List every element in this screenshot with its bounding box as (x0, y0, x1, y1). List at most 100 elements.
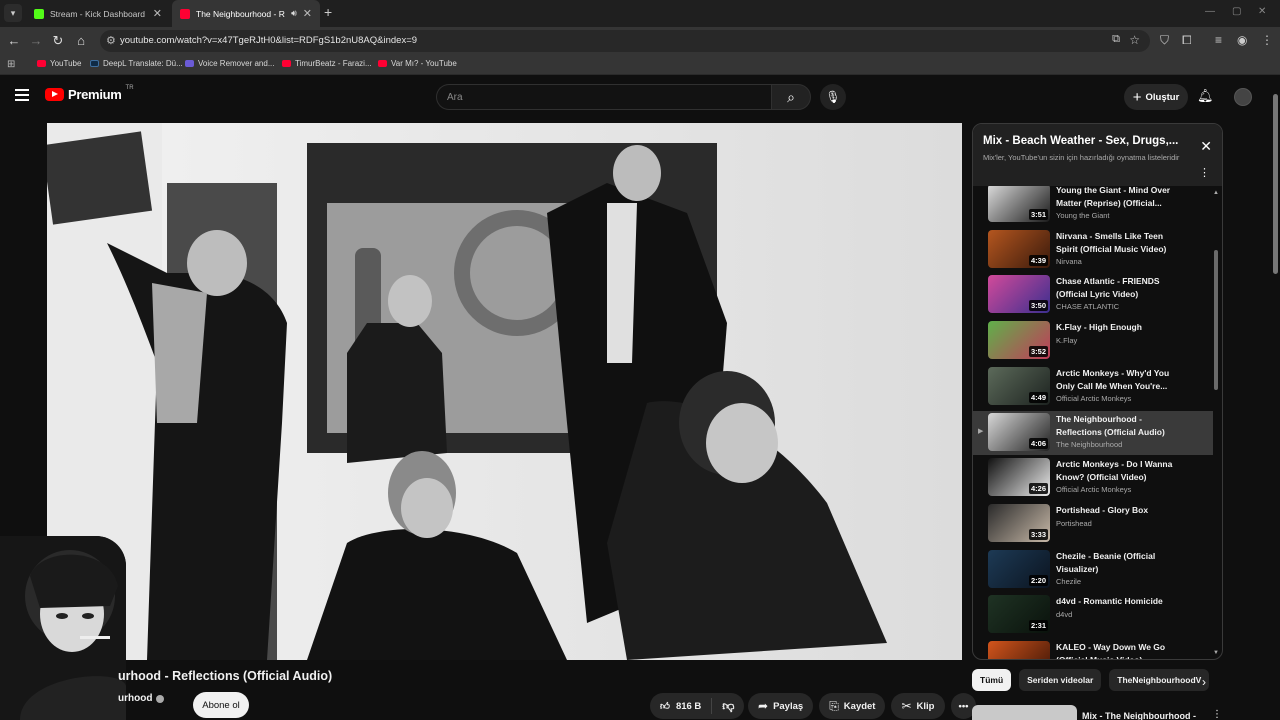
address-bar[interactable]: ⚙ youtube.com/watch?v=x47TgeRJtH0&list=R… (100, 30, 1150, 52)
playlist-item[interactable]: 4:49 Arctic Monkeys - Why'd You Only Call… (973, 365, 1213, 409)
search-input[interactable] (437, 85, 771, 109)
account-avatar[interactable] (1234, 88, 1252, 106)
recommended-video[interactable]: Mix - The Neighbourhood - ⋮ (972, 705, 1222, 720)
tab-youtube-video[interactable]: The Neighbourhood - Reflections 🔊︎ ✕ (172, 0, 320, 27)
video-thumbnail[interactable]: 2:31 (988, 595, 1050, 634)
playlist-item-title[interactable]: K.Flay - High Enough (1056, 321, 1184, 334)
tab-kick-dashboard[interactable]: Stream - Kick Dashboard ✕ (26, 0, 170, 27)
youtube-premium-logo[interactable]: Premium TR (45, 85, 134, 102)
media-control-icon[interactable]: ≡ (1215, 33, 1222, 47)
minimize-icon[interactable]: — (1205, 6, 1215, 17)
playlist-item-title[interactable]: Young the Giant - Mind Over Matter (Repr… (1056, 186, 1184, 210)
new-tab-button[interactable]: + (324, 4, 332, 20)
search-button[interactable]: ⌕ (771, 84, 811, 110)
playlist-item-title[interactable]: Chase Atlantic - FRIENDS (Official Lyric… (1056, 275, 1184, 301)
tab-title: The Neighbourhood - Reflections (196, 8, 285, 19)
speaker-icon[interactable]: 🔊︎ (291, 8, 297, 19)
playlist-item-channel: K.Flay (1056, 336, 1078, 346)
close-tab-icon[interactable]: ✕ (303, 7, 312, 20)
page-scrollbar-thumb[interactable] (1273, 94, 1278, 274)
video-player[interactable] (47, 123, 962, 660)
dislike-button[interactable]: 👎︎ (712, 699, 744, 714)
playlist-item-title[interactable]: Portishead - Glory Box (1056, 504, 1184, 517)
scroll-up-icon[interactable]: ▲ (1213, 190, 1219, 196)
forward-icon[interactable]: → (28, 33, 44, 48)
bookmark-youtube[interactable]: YouTube (37, 59, 81, 68)
back-icon[interactable]: ← (6, 33, 22, 48)
filter-chip[interactable]: Seriden videolar (1019, 669, 1102, 691)
create-button[interactable]: + Oluştur (1124, 84, 1188, 110)
playlist-title[interactable]: Mix - Beach Weather - Sex, Drugs,... (983, 135, 1183, 147)
video-thumbnail[interactable]: 4:06 (988, 412, 1050, 451)
playlist-item[interactable]: 2:31 d4vd - Romantic Homicide d4vd (973, 593, 1213, 637)
page-scrollbar[interactable] (1272, 82, 1278, 720)
playlist-item-title[interactable]: Arctic Monkeys - Do I Wanna Know? (Offic… (1056, 458, 1184, 484)
video-thumbnail[interactable]: 4:26 (988, 458, 1050, 497)
reload-icon[interactable]: ↻ (50, 33, 66, 49)
playlist-item[interactable]: 2:20 Chezile - Beanie (Official Visualize… (973, 548, 1213, 592)
playlist-item[interactable]: 4:26 Arctic Monkeys - Do I Wanna Know? (O… (973, 456, 1213, 500)
window-close-icon[interactable]: ✕ (1258, 6, 1266, 17)
bookmark-voice-remover[interactable]: Voice Remover and... (185, 59, 274, 68)
playlist-item-title[interactable]: Nirvana - Smells Like Teen Spirit (Offic… (1056, 230, 1184, 256)
playlist-item[interactable]: 3:35 KALEO - Way Down We Go (Official Mus… (973, 639, 1213, 659)
bookmark-timurbeatz[interactable]: TimurBeatz - Farazi... (282, 59, 372, 68)
browser-menu-icon[interactable]: ⋮ (1261, 33, 1273, 47)
playlist-item[interactable]: 3:50 Chase Atlantic - FRIENDS (Official L… (973, 273, 1213, 317)
menu-icon[interactable] (15, 89, 29, 101)
install-app-icon[interactable]: ⧉ (1112, 33, 1120, 46)
video-thumbnail[interactable]: 4:39 (988, 229, 1050, 268)
playlist-item[interactable]: 3:51 Young the Giant - Mind Over Matter (… (973, 186, 1213, 226)
more-vertical-icon[interactable]: ⋮ (1212, 709, 1222, 720)
duration-badge: 3:51 (1028, 209, 1048, 220)
home-icon[interactable]: ⌂ (73, 33, 89, 48)
save-button[interactable]: ⎘ Kaydet (819, 693, 886, 719)
close-tab-icon[interactable]: ✕ (153, 7, 162, 20)
channel-name[interactable]: urhood (118, 693, 165, 704)
playlist-item-title[interactable]: KALEO - Way Down We Go (Official Music V… (1056, 641, 1184, 659)
playlist-item-title[interactable]: The Neighbourhood - Reflections (Officia… (1056, 413, 1184, 439)
chevron-right-icon[interactable]: › (1202, 675, 1206, 689)
playlist-item-title[interactable]: Chezile - Beanie (Official Visualizer) (1056, 550, 1184, 576)
scroll-down-icon[interactable]: ▼ (1213, 650, 1219, 656)
video-thumbnail[interactable]: 3:52 (988, 321, 1050, 360)
playlist-item[interactable]: 3:52 K.Flay - High Enough K.Flay (973, 319, 1213, 363)
playlist-item-title[interactable]: d4vd - Romantic Homicide (1056, 595, 1184, 608)
apps-grid-icon[interactable]: ⊞ (7, 59, 15, 70)
shield-icon[interactable]: ⛉ (1160, 33, 1169, 48)
video-thumbnail[interactable]: 2:20 (988, 549, 1050, 588)
tab-search-button[interactable]: ▾ (4, 4, 22, 22)
subscribe-button[interactable]: Abone ol (193, 692, 249, 718)
close-icon[interactable]: ✕ (1200, 138, 1212, 155)
video-thumbnail[interactable]: 3:35 (988, 641, 1050, 659)
recommended-title[interactable]: Mix - The Neighbourhood - (1082, 711, 1196, 720)
video-thumbnail[interactable]: 3:51 (988, 186, 1050, 222)
more-vertical-icon[interactable]: ⋮ (1199, 166, 1210, 179)
share-button[interactable]: ➦ Paylaş (748, 693, 814, 719)
site-info-icon[interactable]: ⚙ (106, 34, 116, 47)
like-button[interactable]: 👍︎ 816 B (650, 698, 713, 714)
notifications-bell-icon[interactable]: 🔔︎ (1197, 88, 1214, 104)
filter-chip[interactable]: Tümü (972, 669, 1012, 691)
recommended-thumbnail[interactable] (972, 705, 1077, 720)
clip-button[interactable]: ✂ Klip (891, 693, 945, 719)
bookmark-star-icon[interactable]: ☆ (1129, 33, 1140, 47)
bookmark-var-mi[interactable]: Var Mı? - YouTube (378, 59, 457, 68)
scrollbar-thumb[interactable] (1214, 250, 1218, 390)
playlist-scrollbar[interactable]: ▲ ▼ (1213, 190, 1219, 656)
video-thumbnail[interactable]: 4:49 (988, 366, 1050, 405)
playlist-item[interactable]: ▶ 4:06 The Neighbourhood - Reflections (Of… (973, 410, 1213, 455)
playlist-item[interactable]: 4:39 Nirvana - Smells Like Teen Spirit (O… (973, 228, 1213, 272)
bookmark-deepl[interactable]: DeepL Translate: Dü... (90, 59, 183, 68)
filter-chip[interactable]: TheNeighbourhoodV (1109, 669, 1210, 691)
extensions-icon[interactable]: ⧠ (1182, 33, 1192, 48)
playlist-item[interactable]: 3:33 Portishead - Glory Box Portishead (973, 502, 1213, 546)
voice-remover-icon (185, 60, 194, 67)
video-thumbnail[interactable]: 3:50 (988, 275, 1050, 314)
video-thumbnail[interactable]: 3:33 (988, 503, 1050, 542)
url-text[interactable]: youtube.com/watch?v=x47TgeRJtH0&list=RDF… (120, 35, 417, 46)
voice-search-button[interactable]: 🎙︎ (820, 84, 846, 110)
profile-icon[interactable]: ◉ (1237, 33, 1247, 47)
maximize-icon[interactable]: ▢ (1232, 6, 1241, 17)
playlist-item-title[interactable]: Arctic Monkeys - Why'd You Only Call Me … (1056, 367, 1184, 393)
